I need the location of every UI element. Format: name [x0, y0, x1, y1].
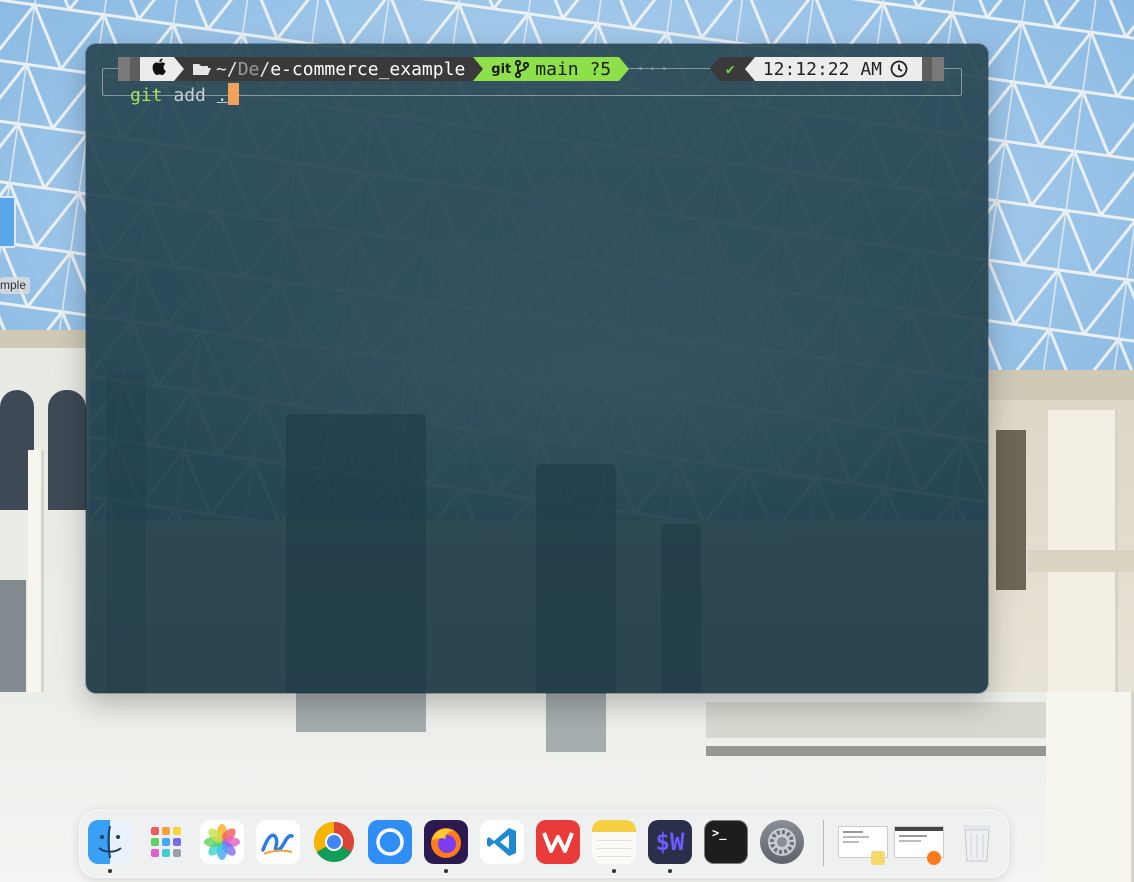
finder-icon[interactable] — [88, 820, 132, 864]
desktop-folder-icon[interactable] — [0, 196, 16, 248]
prompt-dots: ··· — [635, 58, 671, 80]
separator — [473, 57, 484, 81]
terminal-label: >_ — [712, 826, 727, 840]
path-segment: ~/De / e-commerce_example — [184, 57, 474, 81]
notes-icon[interactable] — [592, 820, 636, 864]
warp-label: $W — [655, 828, 685, 856]
prompt-time: 12:12:22 AM — [762, 58, 882, 80]
freeform-icon[interactable] — [256, 820, 300, 864]
separator — [744, 57, 755, 81]
right-prompt: ✔ 12:12:22 AM — [709, 57, 944, 81]
warp-running-dot — [668, 869, 672, 873]
separator — [709, 57, 720, 81]
vscode-icon[interactable] — [480, 820, 524, 864]
left-prompt: ~/De / e-commerce_example git main ?5 ··· — [118, 57, 671, 81]
git-branch: main ?5 — [535, 58, 612, 80]
notes-running-dot — [612, 869, 616, 873]
command-line[interactable]: git add . — [130, 83, 239, 108]
photos-icon[interactable] — [200, 820, 244, 864]
separator — [174, 57, 184, 81]
chrome-icon[interactable] — [312, 820, 356, 864]
chat-icon[interactable] — [368, 820, 412, 864]
warp-icon[interactable]: $W — [648, 820, 692, 864]
trash-icon[interactable] — [955, 820, 999, 864]
prompt-fade — [118, 57, 130, 81]
firefox-icon[interactable] — [424, 820, 468, 864]
command-args: add — [162, 85, 217, 106]
path-dir: e-commerce_example — [270, 58, 466, 80]
path-sep: / — [259, 58, 271, 80]
prompt-fade — [922, 57, 932, 81]
git-label: git — [491, 61, 512, 77]
time-segment: 12:12:22 AM — [754, 57, 914, 81]
git-segment: git main ?5 — [483, 57, 620, 81]
path-abbrev: De — [237, 58, 260, 80]
command-dot: . — [216, 85, 228, 106]
prompt-fade — [140, 57, 148, 81]
minimized-firefox-window-icon[interactable] — [894, 820, 944, 865]
os-segment — [148, 57, 174, 81]
minimized-notes-window-icon[interactable] — [838, 820, 888, 865]
settings-icon[interactable] — [760, 820, 804, 864]
wps-icon[interactable] — [536, 820, 580, 864]
prompt-fade — [130, 57, 140, 81]
finder-running-dot — [108, 869, 112, 873]
terminal-window[interactable]: ~/De / e-commerce_example git main ?5 ··· … — [86, 44, 988, 693]
dock-divider — [823, 820, 824, 866]
text-cursor — [227, 83, 239, 105]
apple-icon — [152, 58, 166, 80]
desktop-folder-label[interactable]: mple — [0, 277, 31, 294]
terminal-background — [86, 44, 988, 693]
terminal-icon[interactable]: >_ — [704, 820, 748, 864]
clock-icon — [890, 60, 908, 78]
check-icon: ✔ — [725, 60, 735, 78]
separator — [619, 57, 630, 81]
prompt-fade — [932, 57, 944, 81]
prompt-fade — [914, 57, 922, 81]
status-segment: ✔ — [719, 57, 745, 81]
folder-open-icon — [192, 62, 212, 76]
command-name: git — [130, 85, 163, 106]
path-home: ~/ — [216, 58, 238, 80]
firefox-running-dot — [444, 869, 448, 873]
git-branch-icon — [515, 60, 530, 78]
launchpad-icon[interactable] — [144, 820, 188, 864]
